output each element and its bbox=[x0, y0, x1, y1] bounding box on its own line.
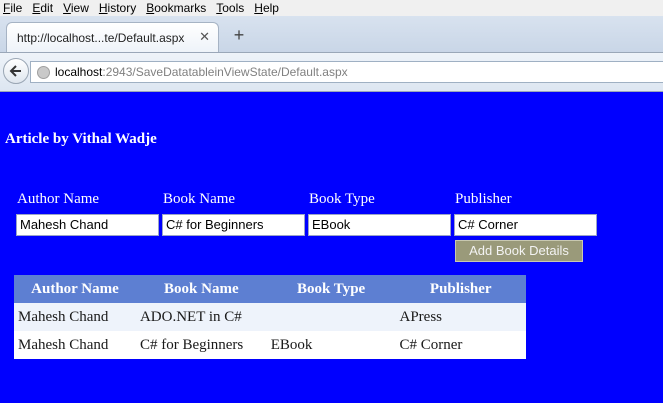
grid-cell: C# for Beginners bbox=[135, 331, 267, 359]
grid-cell: Mahesh Chand bbox=[14, 303, 136, 331]
grid-header: Author Name bbox=[14, 275, 136, 303]
menu-help[interactable]: Help bbox=[254, 0, 279, 16]
book-name-input[interactable]: C# for Beginners bbox=[162, 214, 305, 236]
new-tab-icon[interactable]: + bbox=[229, 25, 249, 45]
menu-history[interactable]: History bbox=[99, 0, 136, 16]
tab-strip: http://localhost...te/Default.aspx ✕ + bbox=[0, 16, 663, 53]
menu-bar: File Edit View History Bookmarks Tools Help bbox=[0, 0, 663, 16]
add-book-details-button[interactable]: Add Book Details bbox=[455, 240, 583, 262]
grid-header: Book Type bbox=[266, 275, 396, 303]
grid-cell: Mahesh Chand bbox=[14, 331, 136, 359]
menu-view[interactable]: View bbox=[63, 0, 89, 16]
address-bar[interactable]: localhost:2943/SaveDatatableinViewState/… bbox=[30, 61, 663, 83]
grid-header-row: Author Name Book Name Book Type Publishe… bbox=[14, 275, 526, 303]
tab-title: http://localhost...te/Default.aspx bbox=[17, 31, 185, 45]
back-button[interactable] bbox=[3, 58, 29, 84]
author-name-input[interactable]: Mahesh Chand bbox=[16, 214, 159, 236]
publisher-label: Publisher bbox=[455, 191, 512, 207]
table-row: Mahesh Chand C# for Beginners EBook C# C… bbox=[14, 331, 526, 359]
url-text: localhost:2943/SaveDatatableinViewState/… bbox=[55, 65, 348, 79]
nav-bar: localhost:2943/SaveDatatableinViewState/… bbox=[0, 53, 663, 92]
close-icon[interactable]: ✕ bbox=[199, 29, 210, 45]
book-type-input[interactable]: EBook bbox=[308, 214, 451, 236]
back-arrow-icon bbox=[9, 65, 21, 77]
grid-cell: EBook bbox=[266, 331, 396, 359]
type-label: Book Type bbox=[309, 191, 375, 207]
url-path: :2943/SaveDatatableinViewState/Default.a… bbox=[102, 65, 348, 79]
menu-tools[interactable]: Tools bbox=[216, 0, 244, 16]
grid-cell: APress bbox=[395, 303, 526, 331]
menu-edit[interactable]: Edit bbox=[32, 0, 53, 16]
menu-file[interactable]: File bbox=[3, 0, 22, 16]
browser-tab[interactable]: http://localhost...te/Default.aspx ✕ bbox=[6, 22, 219, 52]
book-label: Book Name bbox=[163, 191, 236, 207]
books-grid: Author Name Book Name Book Type Publishe… bbox=[14, 275, 526, 359]
grid-cell: C# Corner bbox=[395, 331, 526, 359]
publisher-input[interactable]: C# Corner bbox=[454, 214, 597, 236]
table-row: Mahesh Chand ADO.NET in C# APress bbox=[14, 303, 526, 331]
url-host: localhost bbox=[55, 65, 103, 79]
author-label: Author Name bbox=[17, 191, 100, 207]
page-title: Article by Vithal Wadje bbox=[5, 131, 157, 147]
grid-header: Book Name bbox=[135, 275, 267, 303]
globe-icon bbox=[37, 66, 50, 79]
menu-bookmarks[interactable]: Bookmarks bbox=[146, 0, 206, 16]
grid-header: Publisher bbox=[395, 275, 526, 303]
grid-cell bbox=[266, 303, 396, 331]
grid-cell: ADO.NET in C# bbox=[135, 303, 267, 331]
